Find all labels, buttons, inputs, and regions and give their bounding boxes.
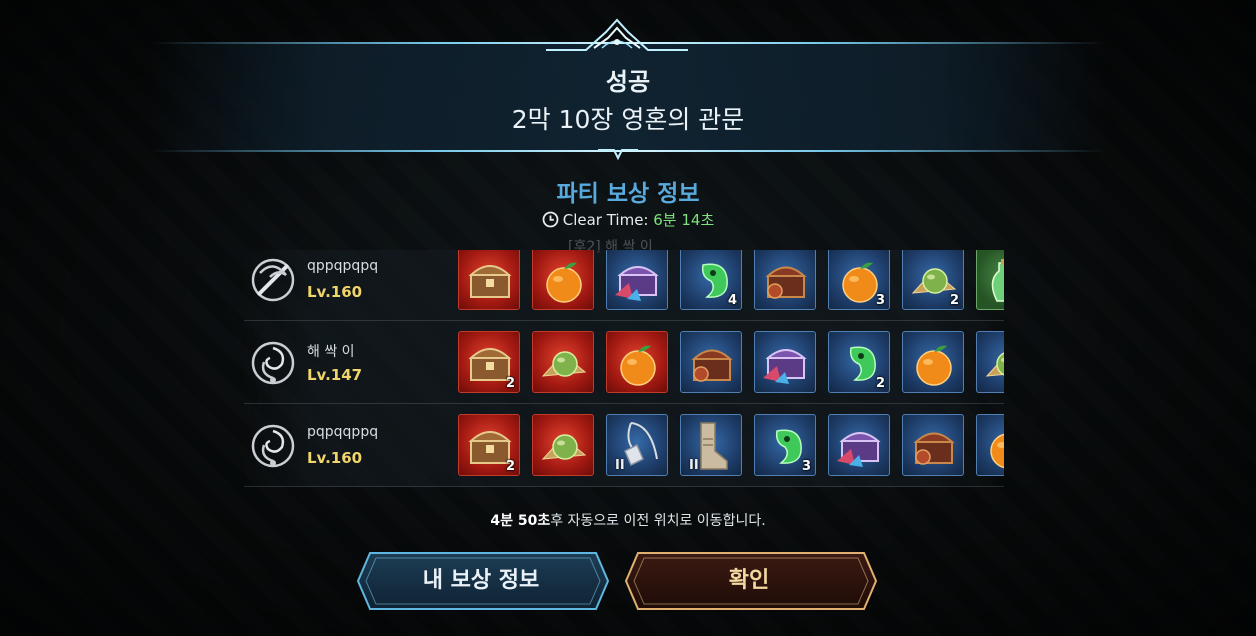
reward-item-slot[interactable] [902, 331, 964, 393]
item-quantity: 2 [875, 376, 885, 391]
purple-chest-icon [763, 349, 807, 384]
confirm-button[interactable]: 확인 [624, 551, 878, 611]
orange-fruit-icon [620, 345, 656, 386]
dragon-sword-emblem-icon [251, 258, 295, 302]
reward-item-slot[interactable]: 4 [680, 250, 742, 310]
my-reward-button-label: 내 보상 정보 [422, 568, 540, 593]
green-fruit-icon [541, 351, 587, 377]
item-quantity: 4 [727, 293, 737, 308]
reward-item-slot[interactable] [532, 250, 594, 310]
player-row: 해 싹 이 Lv.147 22 [244, 321, 1004, 404]
auto-return-text: 후 자동으로 이전 위치로 이동합니다. [550, 513, 766, 529]
wooden-chest-icon [765, 266, 807, 299]
reward-item-slot[interactable]: 2 [828, 331, 890, 393]
auto-return-notice: 4분 50초후 자동으로 이전 위치로 이동합니다. [0, 510, 1256, 530]
spiral-emblem-icon [251, 341, 295, 385]
reward-item-slot[interactable] [458, 250, 520, 310]
item-quantity: 3 [801, 459, 811, 474]
player-name: qppqpqpq [307, 258, 379, 274]
reward-item-slot[interactable]: 2 [458, 414, 520, 476]
player-name: pqpqqppq [307, 424, 379, 440]
clear-time-value: 6분 14초 [653, 211, 715, 229]
reward-item-slot[interactable]: 2 [458, 331, 520, 393]
purple-chest-icon [837, 432, 881, 467]
player-level: Lv.160 [307, 283, 363, 301]
result-status: 성공 [605, 68, 651, 96]
banner-bottom-ornament [598, 149, 638, 161]
orange-fruit-icon [546, 262, 582, 303]
reward-item-slot[interactable] [606, 331, 668, 393]
potion-icon [991, 259, 1004, 302]
clear-time: Clear Time: 6분 14초 [0, 209, 1256, 232]
reward-items: 2 II II 3 [458, 414, 1004, 478]
player-level: Lv.160 [307, 449, 363, 467]
reward-item-slot[interactable] [976, 331, 1004, 393]
clock-icon [542, 211, 559, 232]
item-quantity: 2 [949, 293, 959, 308]
reward-item-slot[interactable]: 2 [902, 250, 964, 310]
player-name: 해 싹 이 [307, 344, 355, 360]
reward-item-slot[interactable] [902, 414, 964, 476]
wooden-chest-icon [691, 349, 733, 382]
reward-item-slot[interactable]: II [606, 414, 668, 476]
reward-item-slot[interactable]: 3 [828, 250, 890, 310]
item-quantity: 2 [505, 459, 515, 474]
reward-items: 22 [458, 331, 1004, 395]
reward-item-slot[interactable] [532, 331, 594, 393]
purple-chest-icon [615, 266, 659, 301]
reward-item-slot[interactable] [976, 414, 1004, 476]
reward-item-slot[interactable]: II [680, 414, 742, 476]
green-fruit-icon [541, 434, 587, 460]
player-row: qppqpqpq Lv.160 4 3 2 [244, 250, 1004, 321]
treasure-chest-icon [468, 265, 512, 298]
countdown-time: 4분 50초 [490, 513, 551, 529]
player-level: Lv.147 [307, 366, 363, 384]
item-quantity: 3 [875, 293, 885, 308]
reward-item-slot[interactable] [532, 414, 594, 476]
item-quantity: 2 [505, 376, 515, 391]
party-reward-list[interactable]: qppqpqpq Lv.160 432 해 싹 이 Lv.147 22 pqpq… [244, 250, 1004, 488]
reward-item-slot[interactable] [680, 331, 742, 393]
item-grade: II [689, 458, 699, 473]
orange-fruit-icon [990, 433, 1004, 469]
confirm-button-label: 확인 [728, 568, 770, 593]
reward-item-slot[interactable] [754, 331, 816, 393]
reward-item-slot[interactable]: 3 [754, 414, 816, 476]
clear-time-label: Clear Time: [562, 211, 649, 229]
green-fruit-icon [985, 352, 1004, 377]
item-grade: II [615, 458, 625, 473]
player-row: pqpqqppq Lv.160 2 II II 3 [244, 404, 1004, 487]
party-reward-title: 파티 보상 정보 [556, 181, 700, 207]
reward-item-slot[interactable] [754, 250, 816, 310]
banner-crest-ornament [546, 18, 688, 51]
reward-item-slot[interactable] [976, 250, 1004, 310]
spiral-emblem-icon [251, 424, 295, 468]
wooden-chest-icon [913, 432, 955, 465]
reward-items: 4 3 2 [458, 250, 1004, 312]
reward-item-slot[interactable] [606, 250, 668, 310]
reward-item-slot[interactable] [828, 414, 890, 476]
stage-title: 2막 10장 영혼의 관문 [511, 105, 745, 134]
my-reward-button[interactable]: 내 보상 정보 [356, 551, 610, 611]
orange-fruit-icon [916, 345, 952, 386]
